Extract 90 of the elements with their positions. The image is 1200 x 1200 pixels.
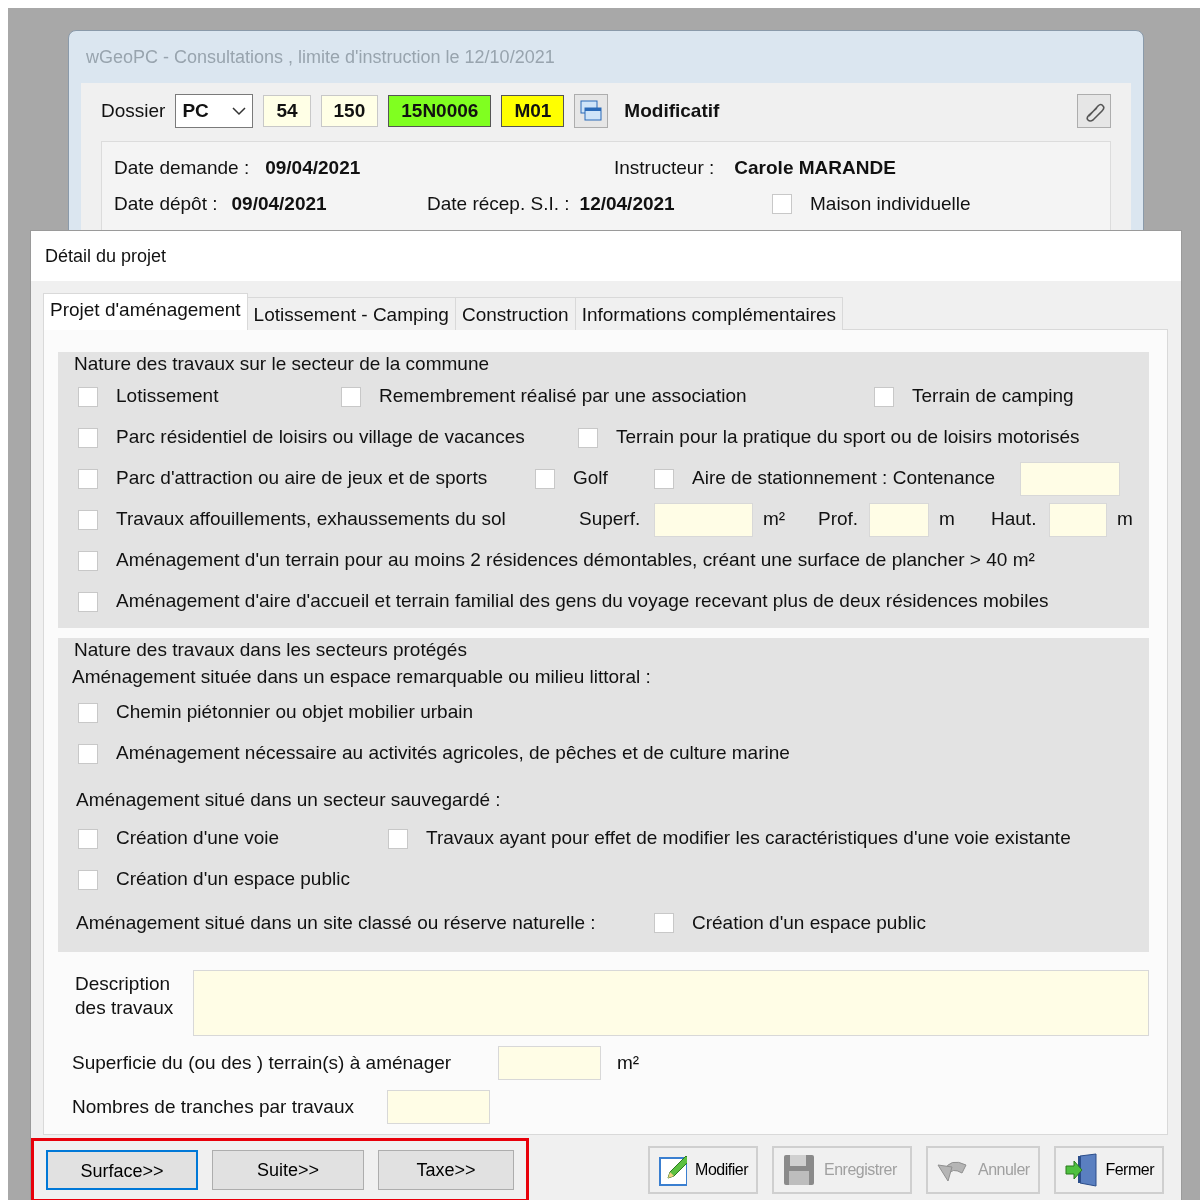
- checkbox[interactable]: [654, 913, 674, 933]
- checkbox[interactable]: [78, 550, 98, 571]
- checkbox[interactable]: [78, 591, 98, 612]
- unit-label: m²: [617, 1050, 640, 1075]
- checkbox-label: Golf: [573, 466, 608, 491]
- checkbox-label: Travaux affouillements, exhaussements du sol: [116, 507, 506, 532]
- section-title: Nature des travaux sur le secteur de la commune: [73, 352, 491, 376]
- checkbox[interactable]: [78, 427, 98, 448]
- checkbox[interactable]: [78, 828, 98, 849]
- field-label: Aménagement située dans un espace remarquable ou milieu littoral :: [72, 664, 651, 689]
- checkbox[interactable]: [654, 468, 674, 489]
- input-field[interactable]: [387, 1090, 490, 1124]
- windows-icon: [579, 99, 604, 123]
- checkbox[interactable]: [78, 702, 98, 723]
- field-label: m: [939, 507, 956, 532]
- checkbox[interactable]: [78, 743, 98, 764]
- field-label: Haut.: [991, 507, 1038, 532]
- checkbox[interactable]: [78, 386, 98, 407]
- field-label: Aménagement situé dans un secteur sauvegardé :: [76, 787, 501, 812]
- field-value: 12/04/2021: [579, 191, 675, 216]
- field-label: Date demande :: [114, 155, 250, 180]
- code-field: 15N0006: [388, 95, 492, 127]
- window-title: wGeoPC - Consultations , limite d'instruction le 12/10/2021: [85, 45, 556, 69]
- input-field[interactable]: [498, 1046, 601, 1080]
- checkbox-label: Maison individuelle: [810, 191, 971, 216]
- tab[interactable]: Projet d'aménagement: [43, 293, 248, 330]
- field-label: m²: [763, 507, 787, 532]
- checkbox[interactable]: [78, 509, 98, 530]
- door-exit-icon: [1064, 1153, 1098, 1187]
- checkbox[interactable]: [772, 194, 792, 214]
- checkbox[interactable]: [578, 427, 598, 448]
- field-value: Carole MARANDE: [734, 155, 896, 180]
- checkbox[interactable]: [388, 828, 408, 849]
- field-label: Instructeur :: [614, 155, 715, 180]
- code-field: 54: [263, 95, 311, 127]
- checkbox-label: Parc résidentiel de loisirs ou village de vacances: [116, 425, 525, 450]
- field-label: Superf.: [579, 507, 642, 532]
- checkbox[interactable]: [341, 386, 361, 407]
- section-title: Nature des travaux dans les secteurs protégés: [73, 638, 468, 662]
- field-label: Date dépôt :: [114, 191, 218, 216]
- checkbox-label: Lotissement: [116, 384, 219, 409]
- nav-button[interactable]: Suite>>: [212, 1150, 364, 1190]
- copy-button[interactable]: [574, 94, 609, 128]
- checkbox[interactable]: [78, 468, 98, 489]
- caret-icon: [232, 106, 247, 116]
- code-field: 150: [320, 95, 379, 127]
- field-label: m: [1117, 507, 1133, 532]
- checkbox-label: Remembrement réalisé par une association: [379, 384, 747, 409]
- checkbox-label: Création d'une voie: [116, 826, 280, 851]
- attach-button[interactable]: [1077, 94, 1111, 128]
- tab[interactable]: Construction: [454, 297, 576, 330]
- tab[interactable]: Lotissement - Camping: [246, 297, 456, 330]
- checkbox-label: Chemin piétonnier ou objet mobilier urbain: [116, 700, 473, 725]
- dialog-title: Détail du projet: [31, 231, 1181, 281]
- toolbar-button[interactable]: Modifier: [648, 1146, 758, 1194]
- field-label: Dossier: [101, 98, 166, 123]
- input-field[interactable]: [869, 502, 929, 537]
- checkbox-label: Aire de stationnement : Contenance: [692, 466, 996, 491]
- field-value: 09/04/2021: [231, 191, 327, 216]
- checkbox-label: Terrain pour la pratique du sport ou de loisirs motorisés: [616, 425, 1080, 450]
- toolbar-button[interactable]: Fermer: [1054, 1146, 1164, 1194]
- nav-button[interactable]: Surface>>: [46, 1150, 198, 1190]
- type-dropdown[interactable]: PC: [175, 94, 254, 128]
- checkbox[interactable]: [78, 869, 98, 890]
- field-label: Prof.: [818, 507, 860, 532]
- nav-button[interactable]: Taxe>>: [378, 1150, 514, 1190]
- checkbox-label: Aménagement d'un terrain pour au moins 2 résidences démontables, créant une surface de plancher > 40 m²: [116, 548, 1035, 573]
- description-field[interactable]: [193, 970, 1149, 1036]
- field-value: 09/04/2021: [265, 155, 361, 180]
- input-field[interactable]: [1020, 461, 1120, 496]
- field-label: Description des travaux: [75, 972, 175, 1020]
- checkbox[interactable]: [535, 468, 555, 489]
- field-label: Superficie du (ou des ) terrain(s) à aménager: [72, 1050, 453, 1075]
- checkbox-label: Parc d'attraction ou aire de jeux et de sports: [116, 466, 488, 491]
- checkbox-label: Création d'un espace public: [116, 867, 350, 892]
- checkbox-label: Travaux ayant pour effet de modifier les caractéristiques d'une voie existante: [426, 826, 1071, 851]
- field-label: Nombres de tranches par travaux: [72, 1094, 355, 1119]
- code-field: M01: [501, 95, 565, 127]
- checkbox-label: Création d'un espace public: [692, 910, 926, 935]
- checkbox-label: Aménagement d'aire d'accueil et terrain familial des gens du voyage recevant plus de deux résidences mobiles: [116, 589, 1049, 614]
- pencil-icon: [658, 1153, 688, 1187]
- field-label: Date récep. S.I. :: [427, 191, 570, 216]
- input-field[interactable]: [654, 502, 753, 537]
- status-text: Modificatif: [624, 98, 720, 123]
- checkbox-label: Aménagement nécessaire au activités agricoles, de pêches et de culture marine: [116, 741, 790, 766]
- field-label: Aménagement situé dans un site classé ou réserve naturelle :: [76, 910, 597, 935]
- checkbox-label: Terrain de camping: [912, 384, 1074, 409]
- input-field[interactable]: [1049, 502, 1107, 537]
- tab[interactable]: Informations complémentaires: [574, 297, 844, 330]
- checkbox[interactable]: [874, 386, 894, 407]
